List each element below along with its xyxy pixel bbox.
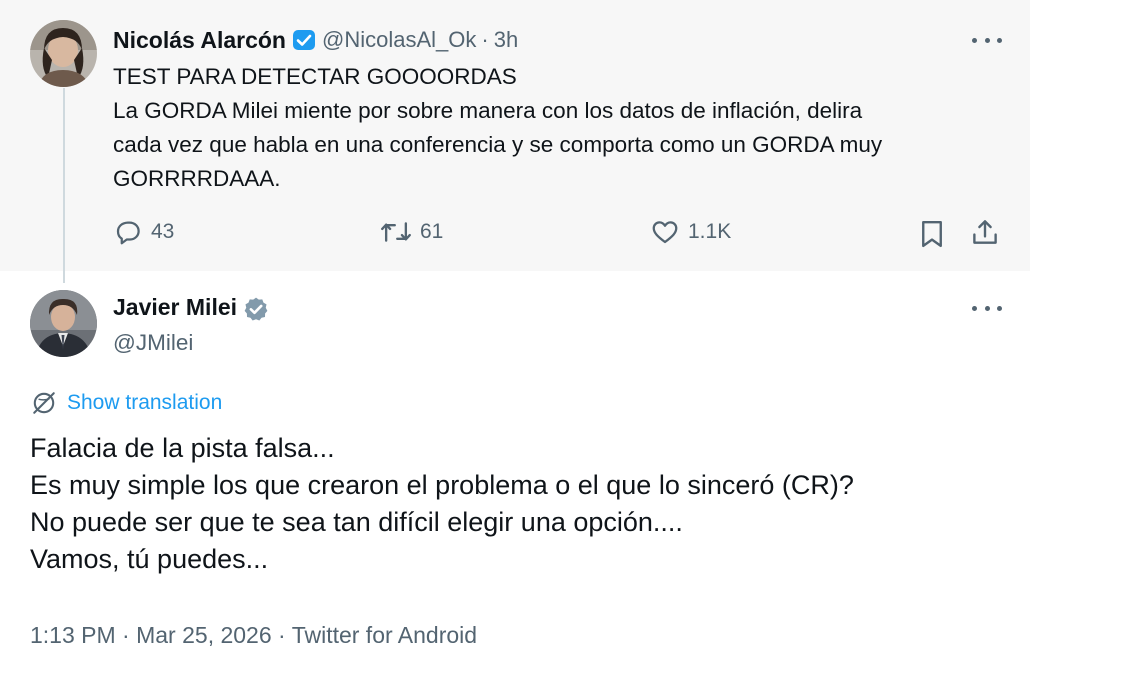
tweet-source[interactable]: Twitter for Android (292, 622, 477, 648)
tweet-text-line: Vamos, tú puedes... (30, 544, 269, 574)
tweet-text-line: TEST PARA DETECTAR GOOOORDAS (113, 64, 517, 89)
author-name[interactable]: Nicolás Alarcón (113, 27, 286, 54)
more-dots-icon[interactable] (972, 30, 1002, 50)
avatar[interactable] (30, 20, 97, 87)
parent-tweet-text: TEST PARA DETECTAR GOOOORDAS La GORDA Mi… (113, 60, 993, 196)
show-translation-link[interactable]: Show translation (31, 390, 222, 416)
bookmark-icon (922, 220, 942, 248)
author-handle[interactable]: @JMilei (113, 330, 193, 356)
retweet-arrows-icon (381, 222, 411, 242)
separator: · (122, 622, 130, 648)
author-handle[interactable]: @NicolasAl_Ok (322, 27, 476, 53)
tweet-metadata: 1:13 PM · Mar 25, 2026 · Twitter for And… (30, 622, 477, 649)
more-dots-icon[interactable] (972, 298, 1002, 318)
tweet-text-line: Falacia de la pista falsa... (30, 433, 335, 463)
verified-badge-icon[interactable] (292, 28, 316, 52)
author-name[interactable]: Javier Milei (113, 294, 237, 321)
reply-button[interactable]: 43 (113, 217, 174, 247)
tweet-text-line: La GORDA Milei miente por sobre manera c… (113, 98, 863, 123)
globe-icon (33, 392, 55, 414)
parent-tweet-header: Nicolás Alarcón @NicolasAl_Ok · 3h (113, 24, 518, 56)
tweet-text-line: GORRRRDAAA. (113, 166, 281, 191)
verified-badge-icon[interactable] (243, 296, 268, 320)
tweet-date[interactable]: Mar 25, 2026 (136, 622, 272, 648)
show-translation-label[interactable]: Show translation (67, 391, 222, 415)
like-count: 1.1K (688, 220, 732, 243)
tweet-text-line: cada vez que habla en una conferencia y … (113, 132, 883, 157)
tweet-time[interactable]: 3h (494, 27, 518, 53)
separator: · (481, 27, 489, 52)
reply-bubble-icon (116, 221, 140, 245)
retweet-count: 61 (420, 220, 444, 243)
share-upload-icon (973, 220, 997, 244)
parent-tweet[interactable]: Nicolás Alarcón @NicolasAl_Ok · 3h TEST … (0, 0, 1030, 283)
tweet-timestamp[interactable]: 1:13 PM (30, 622, 116, 648)
main-tweet-header: Javier Milei (113, 294, 268, 321)
main-tweet-text: Falacia de la pista falsa... Es muy simp… (30, 430, 854, 578)
avatar[interactable] (30, 290, 97, 357)
separator: · (278, 622, 286, 648)
share-button[interactable] (970, 217, 1000, 247)
bookmark-button[interactable] (918, 219, 946, 249)
tweet-text-line: No puede ser que te sea tan difícil eleg… (30, 507, 683, 537)
tweet-thread: Nicolás Alarcón @NicolasAl_Ok · 3h TEST … (0, 0, 1030, 676)
reply-count: 43 (151, 220, 175, 243)
tweet-text-line: Es muy simple los que crearon el problem… (30, 470, 854, 500)
like-button[interactable]: 1.1K (650, 217, 731, 247)
heart-icon (652, 221, 678, 244)
tweet-actions-bar: 43 61 1.1K (0, 215, 1030, 255)
retweet-button[interactable]: 61 (380, 217, 443, 247)
